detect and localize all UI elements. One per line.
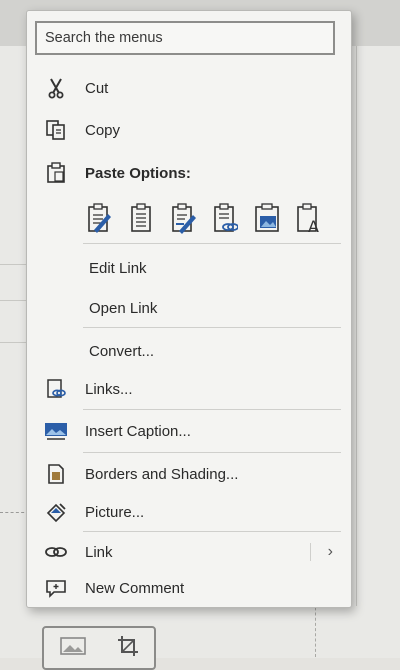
insert-caption-label: Insert Caption... (85, 422, 191, 440)
paste-options-label: Paste Options: (85, 164, 191, 182)
menu-item-link[interactable]: Link › (27, 535, 351, 569)
new-comment-label: New Comment (85, 579, 185, 597)
paste-keep-text-only-icon[interactable]: A (295, 200, 323, 236)
menu-separator (83, 531, 341, 532)
svg-text:A: A (308, 217, 319, 234)
submenu-divider (310, 543, 311, 561)
menu-item-insert-caption[interactable]: Insert Caption... (27, 414, 351, 448)
image-icon[interactable] (59, 636, 86, 661)
paste-link-icon[interactable] (211, 200, 239, 236)
scissors-icon (27, 77, 85, 99)
search-menus-input[interactable]: Search the menus (35, 21, 335, 55)
paste-options-row: A (85, 197, 345, 239)
menu-item-edit-link[interactable]: Edit Link (27, 251, 351, 285)
paste-keep-source-formatting-icon[interactable] (85, 200, 113, 236)
menu-item-open-link[interactable]: Open Link (27, 291, 351, 325)
chevron-right-icon[interactable]: › (328, 543, 333, 561)
menu-separator (83, 327, 341, 328)
floating-image-toolbar[interactable] (42, 626, 156, 670)
comment-icon (27, 578, 85, 598)
cut-label: Cut (85, 79, 109, 97)
menu-separator (83, 243, 341, 244)
menu-item-cut[interactable]: Cut (27, 71, 351, 105)
menu-item-borders-and-shading[interactable]: Borders and Shading... (27, 457, 351, 491)
caption-icon (27, 421, 85, 441)
links-label: Links... (85, 380, 133, 398)
link-label: Link (85, 543, 113, 561)
picture-label: Picture... (85, 503, 145, 521)
crop-icon[interactable] (117, 635, 139, 662)
menu-item-convert[interactable]: Convert... (27, 334, 351, 368)
paste-use-destination-theme-icon[interactable] (169, 200, 197, 236)
copy-icon (27, 119, 85, 141)
menu-item-picture[interactable]: Picture... (27, 495, 351, 529)
edit-link-label: Edit Link (89, 259, 147, 277)
link-icon (27, 544, 85, 560)
menu-item-copy[interactable]: Copy (27, 113, 351, 147)
convert-label: Convert... (89, 342, 155, 360)
paste-picture-icon[interactable] (253, 200, 281, 236)
paste-options-header: Paste Options: (27, 156, 351, 190)
open-link-label: Open Link (89, 299, 158, 317)
menu-item-links[interactable]: Links... (27, 372, 351, 406)
copy-label: Copy (85, 121, 121, 139)
borders-shading-icon (27, 463, 85, 485)
context-menu: Search the menus Cut Copy Paste Options: (26, 10, 352, 608)
table-gridline (0, 264, 26, 265)
clipboard-icon (27, 162, 85, 184)
picture-format-icon (27, 501, 85, 523)
menu-separator (83, 409, 341, 410)
paste-merge-formatting-icon[interactable] (127, 200, 155, 236)
table-gridline (0, 300, 26, 301)
table-gridline (0, 342, 26, 343)
table-gridline (356, 46, 357, 606)
menu-item-new-comment[interactable]: New Comment (27, 571, 351, 605)
menu-separator (83, 452, 341, 453)
links-icon (27, 378, 85, 400)
borders-and-shading-label: Borders and Shading... (85, 465, 239, 483)
